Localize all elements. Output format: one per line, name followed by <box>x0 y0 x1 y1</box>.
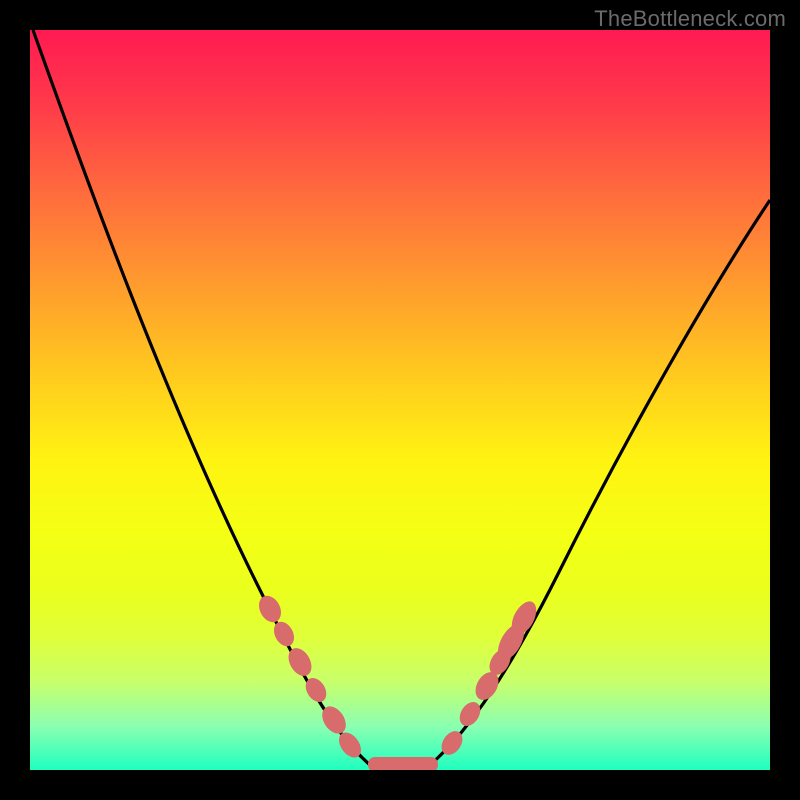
bottom-marker-bar <box>368 757 438 770</box>
watermark-label: TheBottleneck.com <box>594 6 786 32</box>
bottleneck-curve <box>30 30 770 770</box>
left-markers <box>255 592 366 762</box>
chart-frame: TheBottleneck.com <box>0 0 800 800</box>
plot-area <box>30 30 770 770</box>
right-markers <box>437 597 541 758</box>
curve-path <box>33 30 770 765</box>
